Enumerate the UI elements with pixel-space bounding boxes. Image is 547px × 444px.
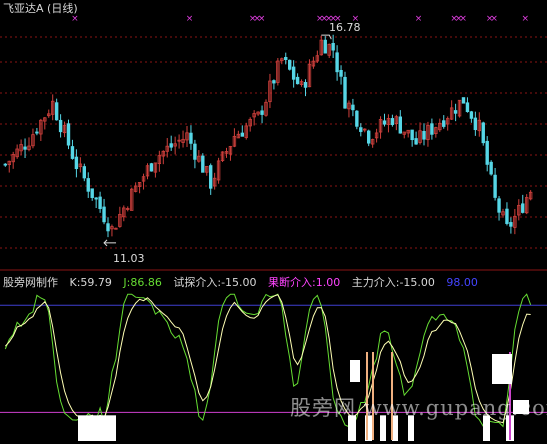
candle-body: [493, 174, 497, 198]
candle-body: [509, 222, 513, 227]
candle-body: [465, 102, 470, 113]
j-value: J:86.86: [123, 276, 162, 289]
candle-body: [335, 52, 339, 73]
candle-body: [343, 76, 347, 109]
candle-body: [291, 66, 296, 80]
indicator-name: 股旁网制作: [3, 276, 58, 289]
candle-body: [208, 165, 213, 189]
candle-body: [355, 110, 359, 127]
candle-body: [193, 143, 197, 160]
candle-body: [149, 163, 154, 172]
chart-canvas[interactable]: × × ××× ××××× × × ××× ×× ×: [0, 0, 547, 444]
candle-body: [23, 146, 27, 150]
candle-body: [382, 120, 387, 125]
candle-body: [469, 111, 474, 119]
candlestick-series: [3, 34, 533, 238]
trial-entry-value: 试探介入:-15.00: [173, 276, 257, 289]
candle-body: [82, 166, 86, 179]
candle-body: [66, 123, 71, 146]
candle-body: [351, 104, 355, 111]
signal-markers: × × ××× ××××× × × ××× ×× ×: [71, 14, 529, 24]
candle-body: [366, 130, 371, 144]
chart-title: 飞亚达A (日线): [3, 2, 78, 15]
candle-body: [339, 70, 343, 77]
signal-column: [350, 360, 360, 382]
candle-body: [521, 203, 525, 213]
watermark: 股旁网 www.gupang.com: [290, 396, 547, 420]
level-value: 98.00: [446, 276, 478, 289]
high-price-label: 16.78: [329, 21, 361, 34]
candle-body: [390, 118, 395, 126]
entry-block: [78, 415, 116, 441]
indicator-legend: 股旁网制作 K:59.79 J:86.86 试探介入:-15.00 果断介入:1…: [3, 274, 478, 289]
signal-marker: ×: [186, 14, 194, 24]
candle-body: [260, 110, 264, 115]
low-price-label: 11.03: [113, 252, 145, 265]
candle-body: [453, 110, 458, 114]
candle-body: [287, 59, 292, 70]
candle-body: [70, 146, 75, 159]
signal-marker: ×: [71, 14, 79, 24]
candle-body: [284, 56, 288, 61]
candle-body: [3, 163, 7, 166]
candle-body: [331, 43, 335, 51]
signal-marker: ×: [415, 14, 423, 24]
candle-body: [98, 196, 102, 210]
candle-body: [54, 102, 59, 121]
signal-marker: ×: [459, 14, 467, 24]
candle-body: [422, 130, 426, 140]
candle-body: [473, 117, 478, 131]
signal-marker: ×: [490, 14, 498, 24]
candle-body: [169, 143, 173, 148]
candle-body: [86, 178, 90, 192]
candle-body: [485, 140, 489, 165]
candle-body: [35, 131, 39, 134]
candle-body: [323, 39, 327, 54]
candle-body: [102, 206, 106, 223]
main-entry-value: 主力介入:-15.00: [351, 276, 435, 289]
decisive-entry-value: 果断介入:1.00: [268, 276, 341, 289]
candle-body: [481, 122, 485, 144]
candle-body: [461, 97, 466, 104]
candle-body: [497, 198, 501, 213]
candle-body: [58, 119, 63, 133]
candle-body: [442, 120, 446, 127]
signal-column: [492, 354, 512, 384]
candle-body: [410, 129, 414, 141]
candle-body: [430, 123, 434, 135]
candle-body: [240, 132, 244, 137]
k-value: K:59.79: [69, 276, 112, 289]
candle-body: [106, 223, 110, 232]
high-low-annotations: [103, 34, 332, 247]
candle-body: [414, 138, 418, 145]
candle-body: [90, 188, 94, 198]
candle-body: [489, 161, 493, 175]
candle-body: [201, 155, 205, 173]
candle-body: [295, 76, 300, 85]
signal-marker: ×: [258, 14, 266, 24]
candle-body: [359, 127, 363, 132]
candle-body: [303, 82, 308, 88]
price-grid: [0, 36, 547, 249]
candle-body: [74, 156, 79, 170]
candle-body: [94, 197, 98, 200]
signal-marker: ×: [521, 14, 529, 24]
candle-body: [189, 132, 193, 144]
candle-body: [505, 208, 509, 224]
candle-body: [398, 116, 402, 134]
candle-body: [272, 80, 276, 84]
